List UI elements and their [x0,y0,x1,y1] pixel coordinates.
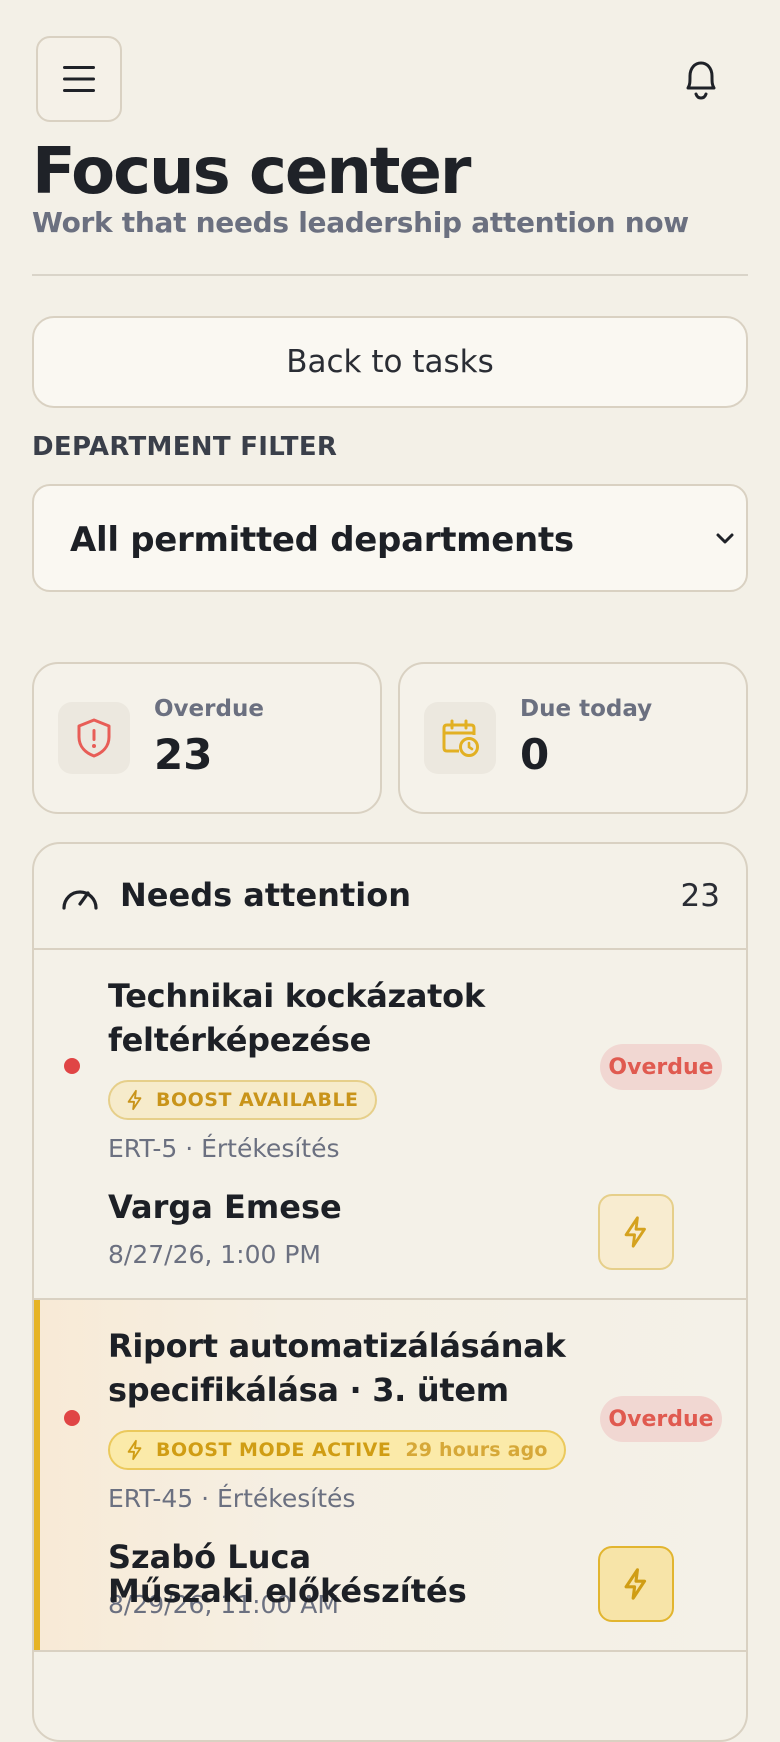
needs-attention-header: Needs attention 23 [34,844,746,950]
boost-button[interactable] [598,1546,674,1622]
overdue-stat-card[interactable]: Overdue 23 [32,662,382,814]
header-divider [32,274,748,276]
status-badge: Overdue [600,1044,722,1090]
boost-time-ago: 29 hours ago [405,1439,548,1461]
bell-icon[interactable] [680,56,722,102]
due-today-stat-label: Due today [520,696,653,722]
status-badge: Overdue [600,1396,722,1442]
row-divider [34,1650,746,1652]
lightning-icon [624,1216,646,1248]
menu-button[interactable] [36,36,122,122]
needs-attention-title: Needs attention [120,876,411,914]
back-to-tasks-button[interactable]: Back to tasks [32,316,748,408]
lightning-icon [127,1089,142,1111]
hamburger-icon [63,66,95,92]
priority-dot [64,1410,80,1426]
shield-alert-icon [58,702,130,774]
task-assignee: Szabó Luca [108,1538,312,1576]
due-today-stat-card[interactable]: Due today 0 [398,662,748,814]
task-title-partial: Műszaki előkészítés [108,1572,467,1610]
department-filter-value: All permitted departments [70,520,574,560]
gauge-icon [62,890,98,910]
needs-attention-panel: Needs attention 23 Technikai kockázatok … [32,842,748,1742]
task-title: Riport automatizálásának specifikálása ·… [108,1327,566,1409]
task-due-date: 8/27/26, 1:00 PM [108,1240,322,1269]
calendar-clock-icon [424,702,496,774]
boost-available-badge: BOOST AVAILABLE [108,1080,377,1120]
task-meta: ERT-45 · Értékesítés [108,1484,356,1513]
task-meta: ERT-5 · Értékesítés [108,1134,340,1163]
task-title: Technikai kockázatok feltérképezése [108,977,485,1059]
due-today-stat-value: 0 [520,730,550,779]
boost-mode-active-badge: BOOST MODE ACTIVE 29 hours ago [108,1430,566,1470]
boost-button[interactable] [598,1194,674,1270]
page-subtitle: Work that needs leadership attention now [32,206,689,239]
chevron-down-icon [716,533,734,544]
priority-dot [64,1058,80,1074]
page-title: Focus center [32,135,471,209]
lightning-icon [624,1568,647,1600]
department-filter-select[interactable]: All permitted departments [32,484,748,592]
task-row[interactable]: Technikai kockázatok feltérképezése BOOS… [34,948,746,1300]
task-assignee: Varga Emese [108,1188,342,1226]
overdue-stat-label: Overdue [154,696,264,722]
overdue-stat-value: 23 [154,730,213,779]
lightning-icon [127,1439,142,1461]
needs-attention-count: 23 [680,878,720,914]
department-filter-label: DEPARTMENT FILTER [32,432,338,462]
